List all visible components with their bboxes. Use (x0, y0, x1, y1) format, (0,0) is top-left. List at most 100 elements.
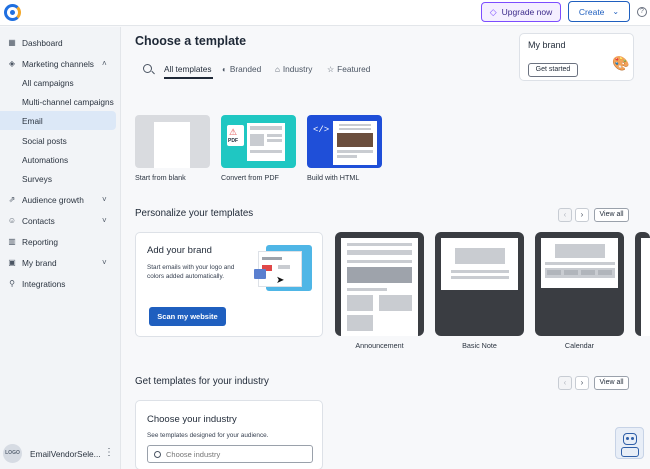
template-card-basic-note[interactable] (435, 232, 524, 336)
main-content: Choose a template All templates ◐ Brande… (122, 27, 650, 469)
industry-search-input[interactable] (166, 448, 306, 460)
star-icon: ☆ (327, 64, 335, 74)
industry-section-title: Get templates for your industry (135, 376, 269, 387)
sidebar-item-contacts[interactable]: ☺ Contacts ˅ (0, 211, 121, 230)
assistant-bot-icon[interactable] (615, 427, 644, 459)
template-card-calendar[interactable] (535, 232, 624, 336)
tab-label: Featured (337, 64, 371, 74)
palette-icon: 🎨 (612, 55, 630, 71)
sidebar-item-my-brand[interactable]: ▣ My brand ˅ (0, 253, 121, 272)
pdf-badge: PDF (228, 138, 238, 144)
previous-page-button[interactable]: ‹ (558, 376, 572, 390)
announcement-preview (341, 238, 418, 336)
sidebar-item-label: All campaigns (22, 77, 74, 88)
upgrade-button[interactable]: ◇ Upgrade now (481, 2, 561, 22)
choose-industry-card: Choose your industry See templates desig… (135, 400, 323, 469)
build-with-html-label: Build with HTML (307, 173, 360, 182)
dashboard-icon: ▦ (8, 38, 16, 47)
html-preview (333, 121, 377, 165)
add-brand-description: Start emails with your logo and colors a… (147, 264, 235, 280)
sidebar-item-multi-channel-campaigns[interactable]: Multi-channel campaigns (0, 92, 116, 111)
brand-illustration: ➤ (254, 243, 314, 293)
calendar-preview (541, 238, 618, 336)
partial-preview (641, 238, 650, 336)
pdf-file-icon: ⚠ PDF (227, 125, 244, 146)
sidebar-item-reporting[interactable]: ▥ Reporting (0, 232, 121, 251)
palette-icon: ◐ (222, 64, 227, 74)
sidebar-item-social-posts[interactable]: Social posts (0, 131, 116, 150)
build-with-html-tile[interactable]: </> (307, 115, 382, 168)
create-label: Create (578, 6, 605, 17)
integrations-icon: ⚲ (9, 279, 15, 288)
scan-website-button[interactable]: Scan my website (149, 307, 226, 326)
create-button[interactable]: Create ⌄ (568, 1, 630, 22)
view-all-button[interactable]: View all (594, 376, 629, 390)
tab-branded[interactable]: ◐ Branded (222, 64, 261, 74)
sidebar-item-label: Integrations (22, 278, 66, 289)
sidebar-item-label: Surveys (22, 173, 52, 184)
tab-featured[interactable]: ☆ Featured (327, 64, 370, 74)
store-icon: ⌂ (275, 64, 280, 74)
help-icon[interactable]: ? (637, 7, 647, 17)
tab-all-templates[interactable]: All templates (164, 64, 212, 74)
search-icon (154, 451, 161, 458)
chevron-down-icon: ˅ (102, 195, 107, 204)
sidebar-item-email[interactable]: Email (0, 111, 116, 130)
sidebar-item-label: Marketing channels (22, 58, 94, 69)
industry-search-field[interactable] (147, 445, 313, 463)
choose-industry-title: Choose your industry (147, 414, 237, 425)
pdf-preview (247, 123, 285, 161)
previous-page-button[interactable]: ‹ (558, 208, 572, 222)
tab-label: Branded (229, 64, 262, 74)
next-page-button[interactable]: › (575, 376, 589, 390)
tab-label: Industry (282, 64, 313, 74)
sidebar-item-label: Email (22, 115, 43, 126)
sidebar-item-marketing-channels[interactable]: ◈ Marketing channels ˄ (0, 54, 121, 73)
my-brand-card: My brand Get started 🎨 (519, 33, 634, 81)
my-brand-title: My brand (528, 40, 566, 50)
personalize-section-title: Personalize your templates (135, 208, 254, 219)
diamond-icon: ◇ (489, 6, 497, 17)
basic-note-preview (441, 238, 518, 336)
app-logo-icon[interactable] (4, 4, 21, 21)
sidebar-item-label: Audience growth (22, 194, 84, 205)
account-switcher[interactable]: LOGO EmailVendorSele... ⋮ (0, 439, 121, 467)
sidebar-item-integrations[interactable]: ⚲ Integrations (0, 274, 121, 293)
sidebar-item-label: Dashboard (22, 37, 63, 48)
next-page-button[interactable]: › (575, 208, 589, 222)
more-options-icon[interactable]: ⋮ (104, 447, 114, 458)
template-card-partial[interactable] (635, 232, 650, 336)
contacts-icon: ☺ (7, 216, 17, 225)
sidebar-item-dashboard[interactable]: ▦ Dashboard (0, 33, 121, 52)
upgrade-label: Upgrade now (501, 7, 553, 17)
reporting-icon: ▥ (8, 237, 16, 246)
sidebar-item-label: My brand (22, 257, 57, 268)
chevron-up-icon: ˄ (102, 59, 107, 68)
choose-industry-description: See templates designed for your audience… (147, 432, 269, 439)
page-title: Choose a template (135, 34, 247, 48)
basic-note-label: Basic Note (462, 341, 497, 350)
convert-from-pdf-tile[interactable]: ⚠ PDF (221, 115, 296, 168)
account-logo: LOGO (3, 444, 22, 463)
sidebar-item-surveys[interactable]: Surveys (0, 169, 116, 188)
template-card-announcement[interactable] (335, 232, 424, 336)
sidebar-item-all-campaigns[interactable]: All campaigns (0, 73, 116, 92)
megaphone-icon: ◈ (8, 59, 16, 68)
brand-icon: ▣ (8, 258, 16, 267)
start-from-blank-tile[interactable] (135, 115, 210, 168)
add-brand-card: Add your brand Start emails with your lo… (135, 232, 323, 337)
active-tab-indicator (164, 77, 213, 79)
get-started-button[interactable]: Get started (528, 63, 578, 77)
account-name: EmailVendorSele... (30, 449, 101, 459)
chevron-down-icon: ⌄ (612, 7, 620, 16)
convert-from-pdf-label: Convert from PDF (221, 173, 279, 182)
view-all-button[interactable]: View all (594, 208, 629, 222)
sidebar-item-audience-growth[interactable]: ⇗ Audience growth ˅ (0, 190, 121, 209)
sidebar-item-label: Reporting (22, 236, 58, 247)
sidebar-item-automations[interactable]: Automations (0, 150, 116, 169)
tab-industry[interactable]: ⌂ Industry (275, 64, 312, 74)
search-icon[interactable] (143, 64, 152, 73)
cursor-icon: ➤ (276, 275, 285, 286)
sidebar: ▦ Dashboard ◈ Marketing channels ˄ All c… (0, 27, 121, 469)
sidebar-item-label: Contacts (22, 215, 55, 226)
